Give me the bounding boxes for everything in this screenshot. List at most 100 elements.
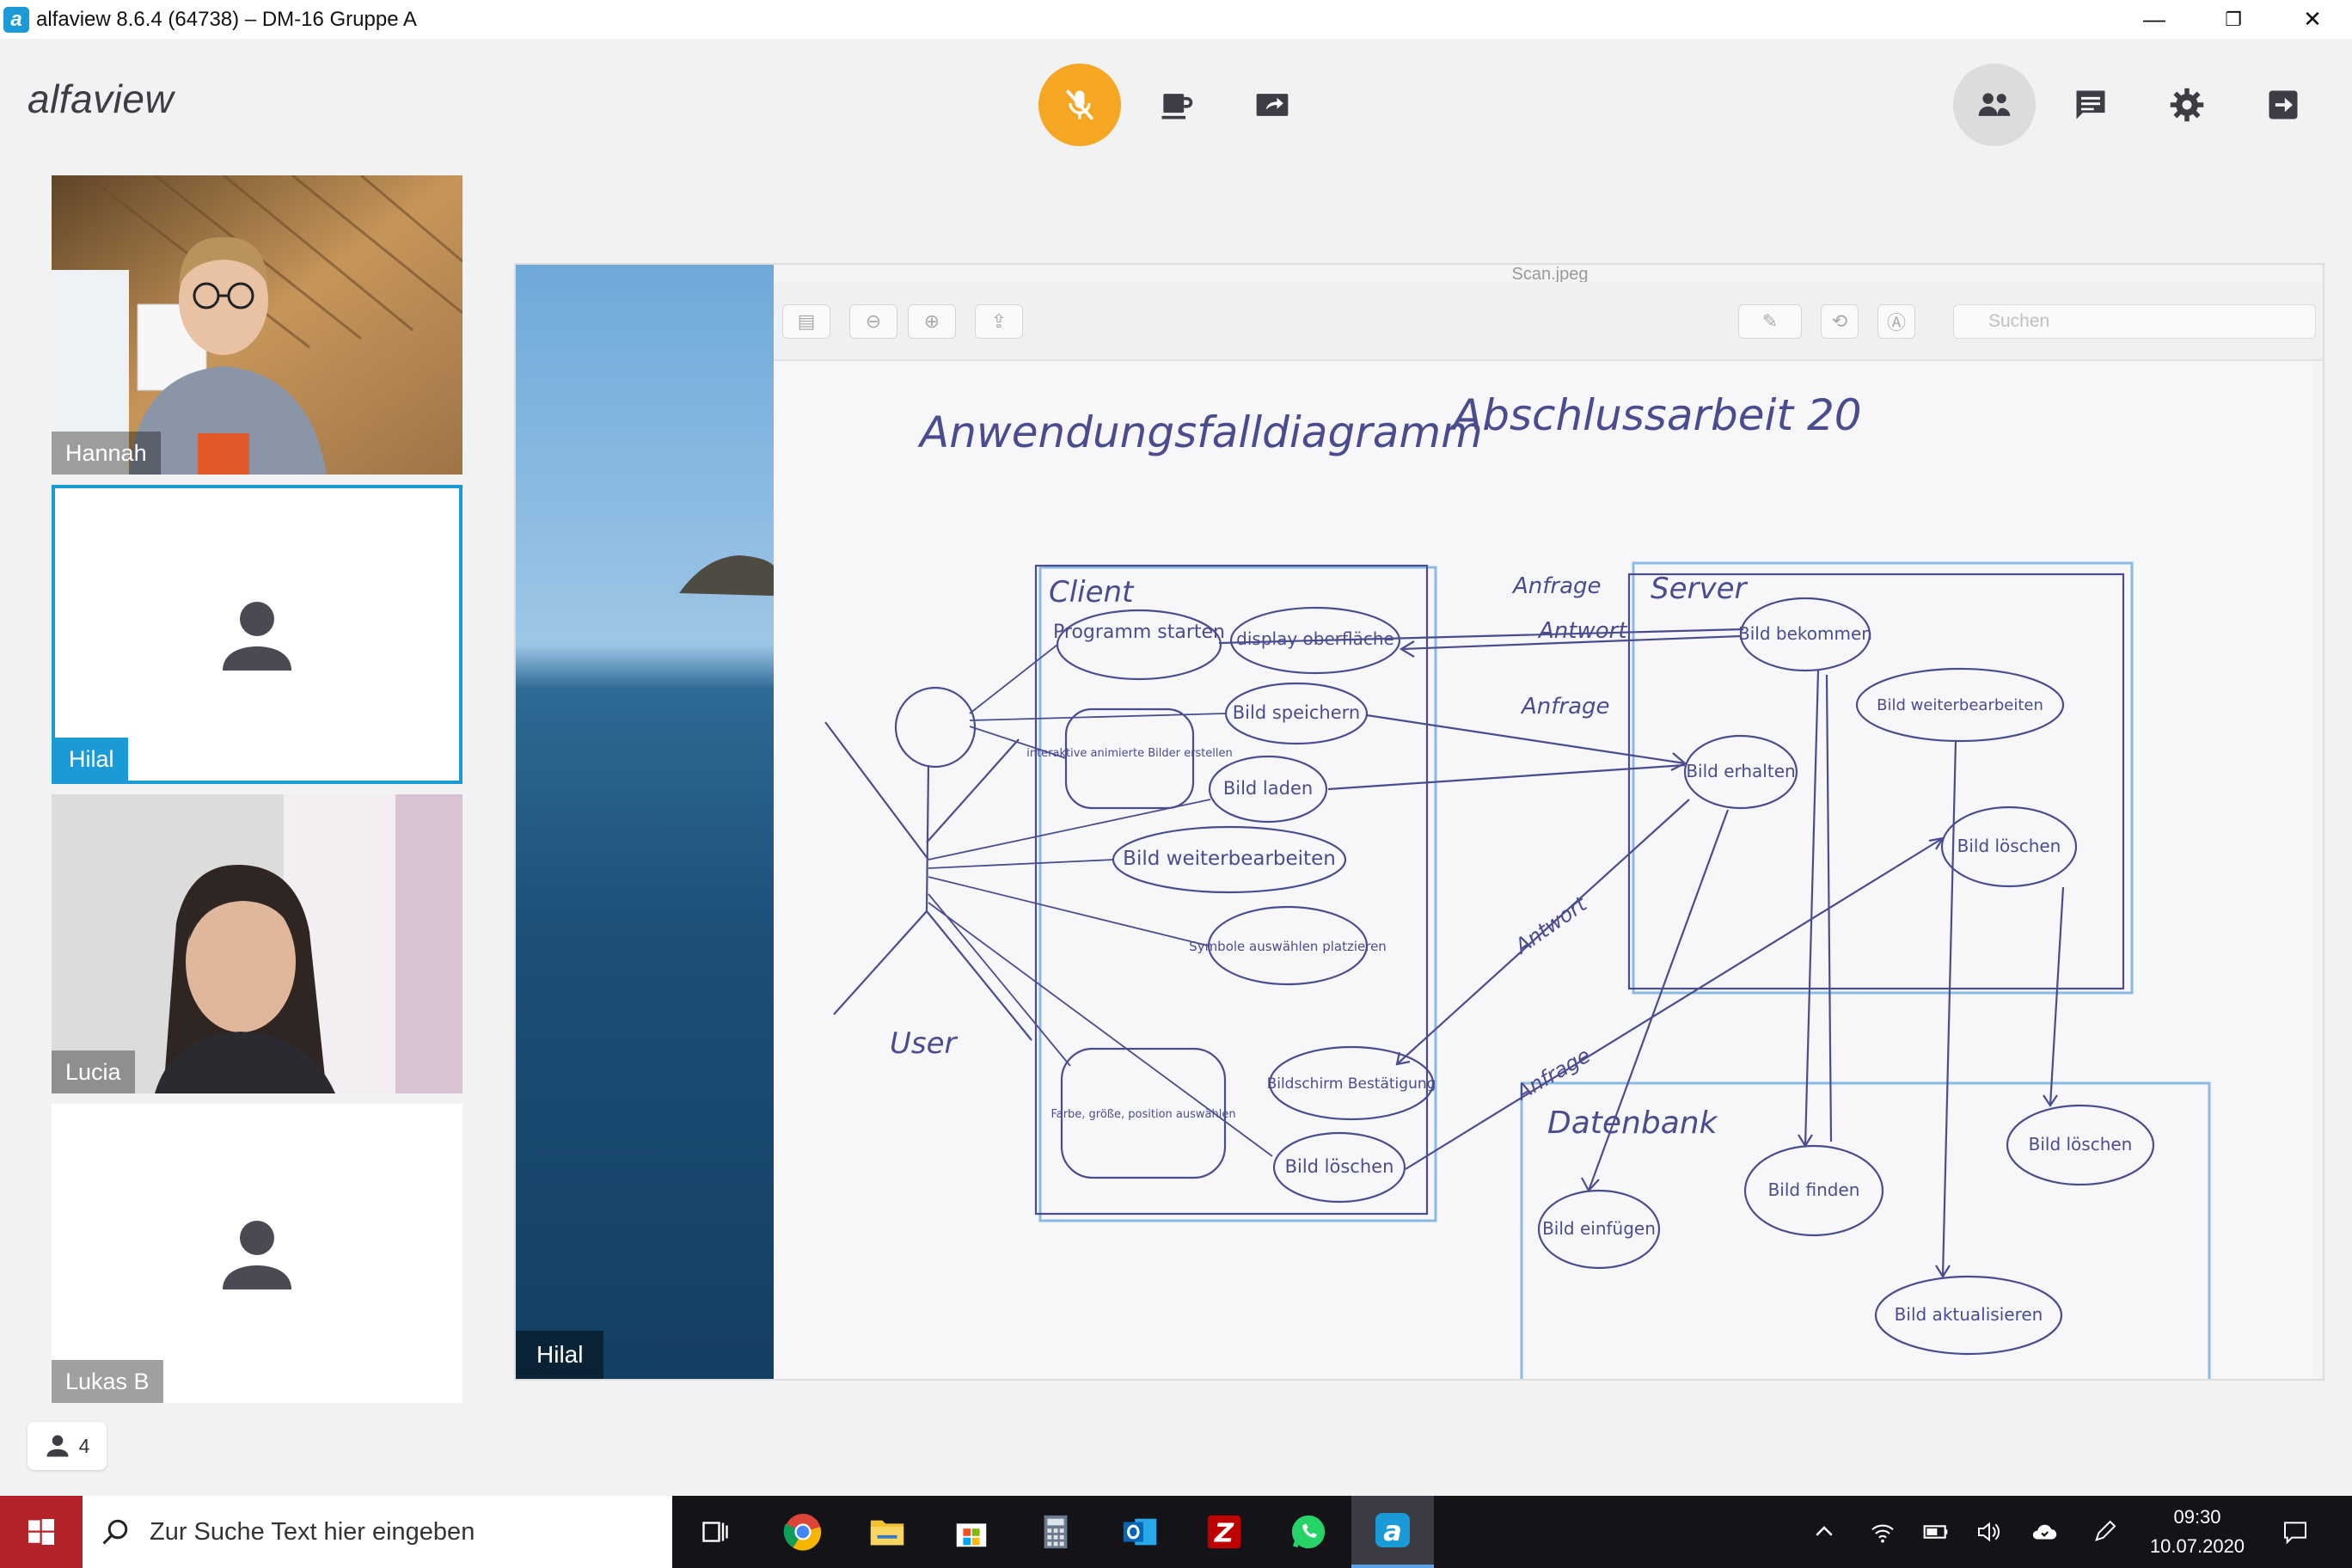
use-case-label: Bild löschen <box>2029 1134 2133 1155</box>
chrome-icon <box>783 1513 822 1551</box>
svg-text:a: a <box>1383 1515 1402 1547</box>
share-export-icon[interactable]: ⇪ <box>975 304 1023 339</box>
screen-share-view[interactable]: Hilal Scan.jpeg ▤ ⊖ ⊕ ⇪ ✎ ⟲ Ⓐ Suchen Anw… <box>514 263 2324 1381</box>
action-center-button[interactable] <box>2269 1496 2321 1568</box>
calculator-icon <box>1044 1515 1068 1549</box>
viewer-toolbar: ▤ ⊖ ⊕ ⇪ ✎ ⟲ Ⓐ Suchen <box>774 282 2323 361</box>
tray-pen[interactable] <box>2080 1496 2128 1568</box>
exit-icon <box>2269 90 2298 119</box>
participant-tile-lucia[interactable]: Lucia <box>52 794 462 1093</box>
break-button[interactable] <box>1135 64 1217 146</box>
use-case-label: Programm starten <box>1053 622 1225 643</box>
viewer-search-field[interactable]: Suchen <box>1953 304 2316 339</box>
wifi-icon <box>1871 1524 1894 1543</box>
taskbar-store[interactable] <box>930 1496 1013 1568</box>
use-case-label: Bild weiterbearbeiten <box>1877 696 2043 714</box>
image-viewer-window: Scan.jpeg ▤ ⊖ ⊕ ⇪ ✎ ⟲ Ⓐ Suchen Anwendung… <box>774 265 2323 1379</box>
use-case-label: Farbe, größe, position auswählen <box>1050 1108 1235 1121</box>
chat-button[interactable] <box>2049 64 2132 146</box>
wallpaper-island <box>679 555 774 596</box>
coffee-cup-icon <box>1161 94 1193 119</box>
start-button[interactable] <box>0 1496 83 1568</box>
markup-pen-icon[interactable]: ✎ <box>1738 304 1802 339</box>
taskbar-calculator[interactable] <box>1014 1496 1097 1568</box>
window-title-bar: a alfaview 8.6.4 (64738) – DM-16 Gruppe … <box>0 0 2352 39</box>
taskbar-search-box[interactable]: Zur Suche Text hier eingeben <box>83 1496 672 1568</box>
tray-onedrive[interactable] <box>2020 1496 2068 1568</box>
server-boundary-label: Server <box>1651 572 1749 606</box>
microphone-toggle-button[interactable] <box>1038 64 1121 146</box>
minimize-button[interactable]: — <box>2115 0 2194 39</box>
leave-room-button[interactable] <box>2242 64 2324 146</box>
whatsapp-icon <box>1291 1515 1326 1549</box>
settings-button[interactable] <box>2146 64 2228 146</box>
sidebar-toggle-icon[interactable]: ▤ <box>782 304 830 339</box>
use-case-label: Bild bekommen <box>1738 623 1872 644</box>
message-label: Antwort <box>1510 891 1593 959</box>
taskbar-filezilla[interactable]: Z <box>1183 1496 1265 1568</box>
taskbar-file-explorer[interactable] <box>846 1496 928 1568</box>
pen-icon <box>2095 1520 2116 1541</box>
participant-tile-hannah[interactable]: Hannah <box>52 175 462 475</box>
taskbar-search-placeholder: Zur Suche Text hier eingeben <box>150 1517 475 1546</box>
tray-volume[interactable] <box>1965 1496 2013 1568</box>
tray-network[interactable] <box>1859 1496 1907 1568</box>
use-case-label: Symbole auswählen platzieren <box>1189 939 1387 954</box>
use-case-label: Bild erhalten <box>1686 761 1795 781</box>
task-view-button[interactable] <box>674 1496 756 1568</box>
participant-tile-hilal[interactable]: Hilal <box>52 485 462 784</box>
filezilla-icon: Z <box>1207 1515 1241 1549</box>
store-icon <box>956 1523 987 1547</box>
task-view-icon <box>702 1522 728 1542</box>
window-title: alfaview 8.6.4 (64738) – DM-16 Gruppe A <box>36 7 417 31</box>
restore-button[interactable]: ❐ <box>2194 0 2273 39</box>
default-avatar-icon <box>223 1221 291 1289</box>
diagram-subtitle: Abschlussarbeit 20 <box>1450 390 1862 440</box>
notification-icon <box>2284 1522 2306 1545</box>
client-use-cases: Programm starten display oberfläche inte… <box>1026 606 1436 1204</box>
search-icon <box>102 1519 128 1545</box>
zoom-out-icon[interactable]: ⊖ <box>849 304 897 339</box>
battery-icon <box>1923 1525 1948 1539</box>
windows-logo-icon <box>28 1519 54 1545</box>
annotate-icon[interactable]: Ⓐ <box>1877 304 1915 339</box>
participant-count-button[interactable]: 4 <box>28 1422 107 1470</box>
participant-tile-lukas[interactable]: Lukas B <box>52 1104 462 1403</box>
tray-battery[interactable] <box>1912 1496 1960 1568</box>
use-case-label: Bild finden <box>1768 1179 1860 1200</box>
taskbar-alfaview[interactable]: a <box>1351 1496 1434 1568</box>
rotate-icon[interactable]: ⟲ <box>1821 304 1859 339</box>
lucia-video-feed <box>52 794 462 1093</box>
participant-count: 4 <box>78 1434 90 1457</box>
screen-share-icon <box>1256 94 1289 116</box>
tray-overflow-chevron[interactable] <box>1800 1496 1848 1568</box>
speaker-icon <box>1978 1522 2000 1542</box>
use-case-label: Bild speichern <box>1233 702 1360 723</box>
client-boundary-label: Client <box>1049 575 1135 609</box>
outlook-icon <box>1123 1518 1157 1546</box>
taskbar-chrome[interactable] <box>762 1496 844 1568</box>
presenter-name-label: Hilal <box>516 1331 604 1379</box>
zoom-in-icon[interactable]: ⊕ <box>908 304 956 339</box>
clock-time: 09:30 <box>2173 1506 2221 1528</box>
participant-name-label: Lukas B <box>52 1360 163 1403</box>
use-case-label: Bild löschen <box>1285 1156 1394 1177</box>
taskbar-clock[interactable]: 09:30 10.07.2020 <box>2137 1503 2257 1561</box>
desktop-wallpaper <box>516 265 774 1379</box>
alfaview-app-icon: a <box>3 6 29 33</box>
taskbar-whatsapp[interactable] <box>1267 1496 1350 1568</box>
alfaview-logo: alfaview <box>28 77 175 121</box>
close-button[interactable]: ✕ <box>2273 0 2352 39</box>
microphone-muted-icon <box>1065 89 1094 120</box>
viewer-file-title: Scan.jpeg <box>1511 265 1589 284</box>
taskbar-outlook[interactable] <box>1099 1496 1181 1568</box>
gear-icon <box>2170 88 2204 122</box>
participants-button[interactable] <box>1953 64 2036 146</box>
use-case-diagram: Anwendungsfalldiagramm Abschlussarbeit 2… <box>824 390 2211 1379</box>
svg-text:Z: Z <box>1214 1519 1234 1549</box>
message-label: Anfrage <box>1520 694 1610 720</box>
use-case-label: interaktive animierte Bilder erstellen <box>1026 747 1233 760</box>
message-label: Anfrage <box>1511 573 1602 599</box>
screen-share-button[interactable] <box>1231 64 1314 146</box>
default-avatar-icon <box>223 602 291 671</box>
